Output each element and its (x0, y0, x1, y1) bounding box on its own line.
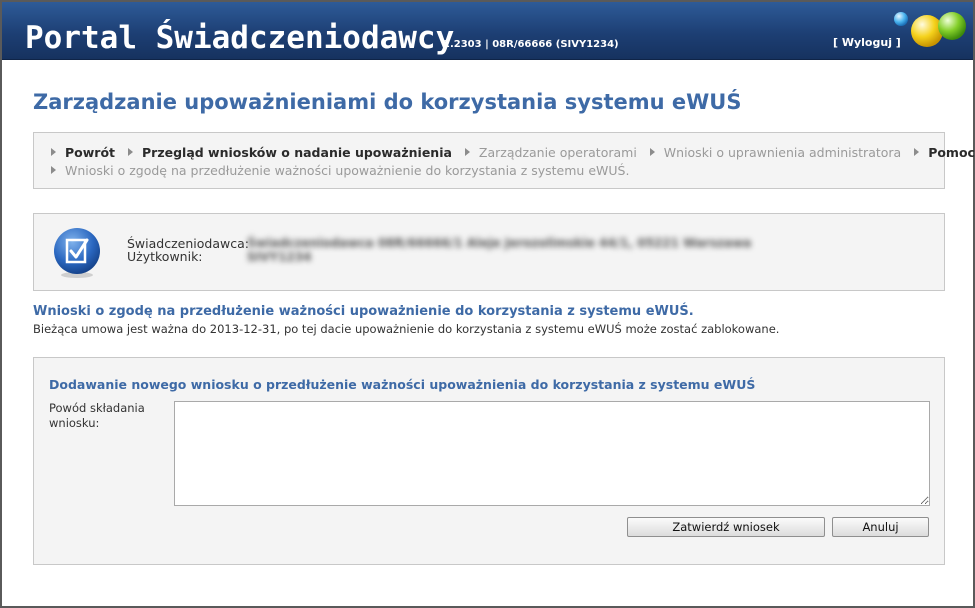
navigation-menu: Powrót Przegląd wniosków o nadanie upowa… (33, 132, 975, 189)
provider-value: Świadczeniodawca 08R/66666/1 Aleje Jeroz… (247, 236, 752, 250)
user-label: Użytkownik: (127, 249, 203, 264)
page-frame: Portal Świadczeniodawcy 2.2303 | 08R/666… (0, 0, 975, 608)
user-value: SIVY1234 (247, 250, 312, 264)
nav-item-zarzadzanie-operatorami: Zarządzanie operatorami (464, 145, 637, 160)
nav-item-wnioski-przedluzenie: Wnioski o zgodę na przedłużenie ważności… (51, 163, 629, 178)
nav-item-przeglad-wnioskow[interactable]: Przegląd wniosków o nadanie upoważnienia (128, 145, 452, 160)
arrow-right-icon (128, 148, 134, 156)
form-title: Dodawanie nowego wniosku o przedłużenie … (49, 377, 756, 392)
logo-balls-icon (894, 12, 966, 47)
arrow-right-icon (464, 148, 470, 156)
reason-label: Powód składania wniosku: (49, 401, 145, 430)
header-bar: Portal Świadczeniodawcy 2.2303 | 08R/666… (2, 2, 973, 60)
section-heading: Wnioski o zgodę na przedłużenie ważności… (33, 304, 694, 319)
arrow-right-icon (51, 166, 56, 174)
version-info: 2.2303 | 08R/66666 (SIVY1234) (443, 39, 619, 50)
arrow-right-icon (914, 148, 920, 156)
nav-item-wnioski-administratora: Wnioski o uprawnienia administratora (649, 145, 901, 160)
cancel-button[interactable]: Anuluj (832, 517, 929, 537)
nav-item-powrot[interactable]: Powrót (51, 145, 115, 160)
document-check-icon (54, 228, 100, 278)
extension-request-form: Dodawanie nowego wniosku o przedłużenie … (33, 357, 945, 565)
arrow-right-icon (51, 148, 56, 156)
page-title: Zarządzanie upoważnieniami do korzystani… (33, 90, 742, 114)
nav-row-2: Wnioski o zgodę na przedłużenie ważności… (51, 163, 944, 181)
validity-note: Bieżąca umowa jest ważna do 2013-12-31, … (33, 322, 780, 336)
nav-row-1: Powrót Przegląd wniosków o nadanie upowa… (51, 145, 975, 163)
provider-info-panel: Świadczeniodawca: Użytkownik: Świadczeni… (33, 213, 945, 291)
nav-item-pomoc[interactable]: Pomoc (914, 145, 975, 160)
portal-title: Portal Świadczeniodawcy (25, 20, 455, 56)
arrow-right-icon (649, 148, 655, 156)
submit-request-button[interactable]: Zatwierdź wniosek (627, 517, 825, 537)
reason-textarea[interactable] (174, 401, 930, 506)
